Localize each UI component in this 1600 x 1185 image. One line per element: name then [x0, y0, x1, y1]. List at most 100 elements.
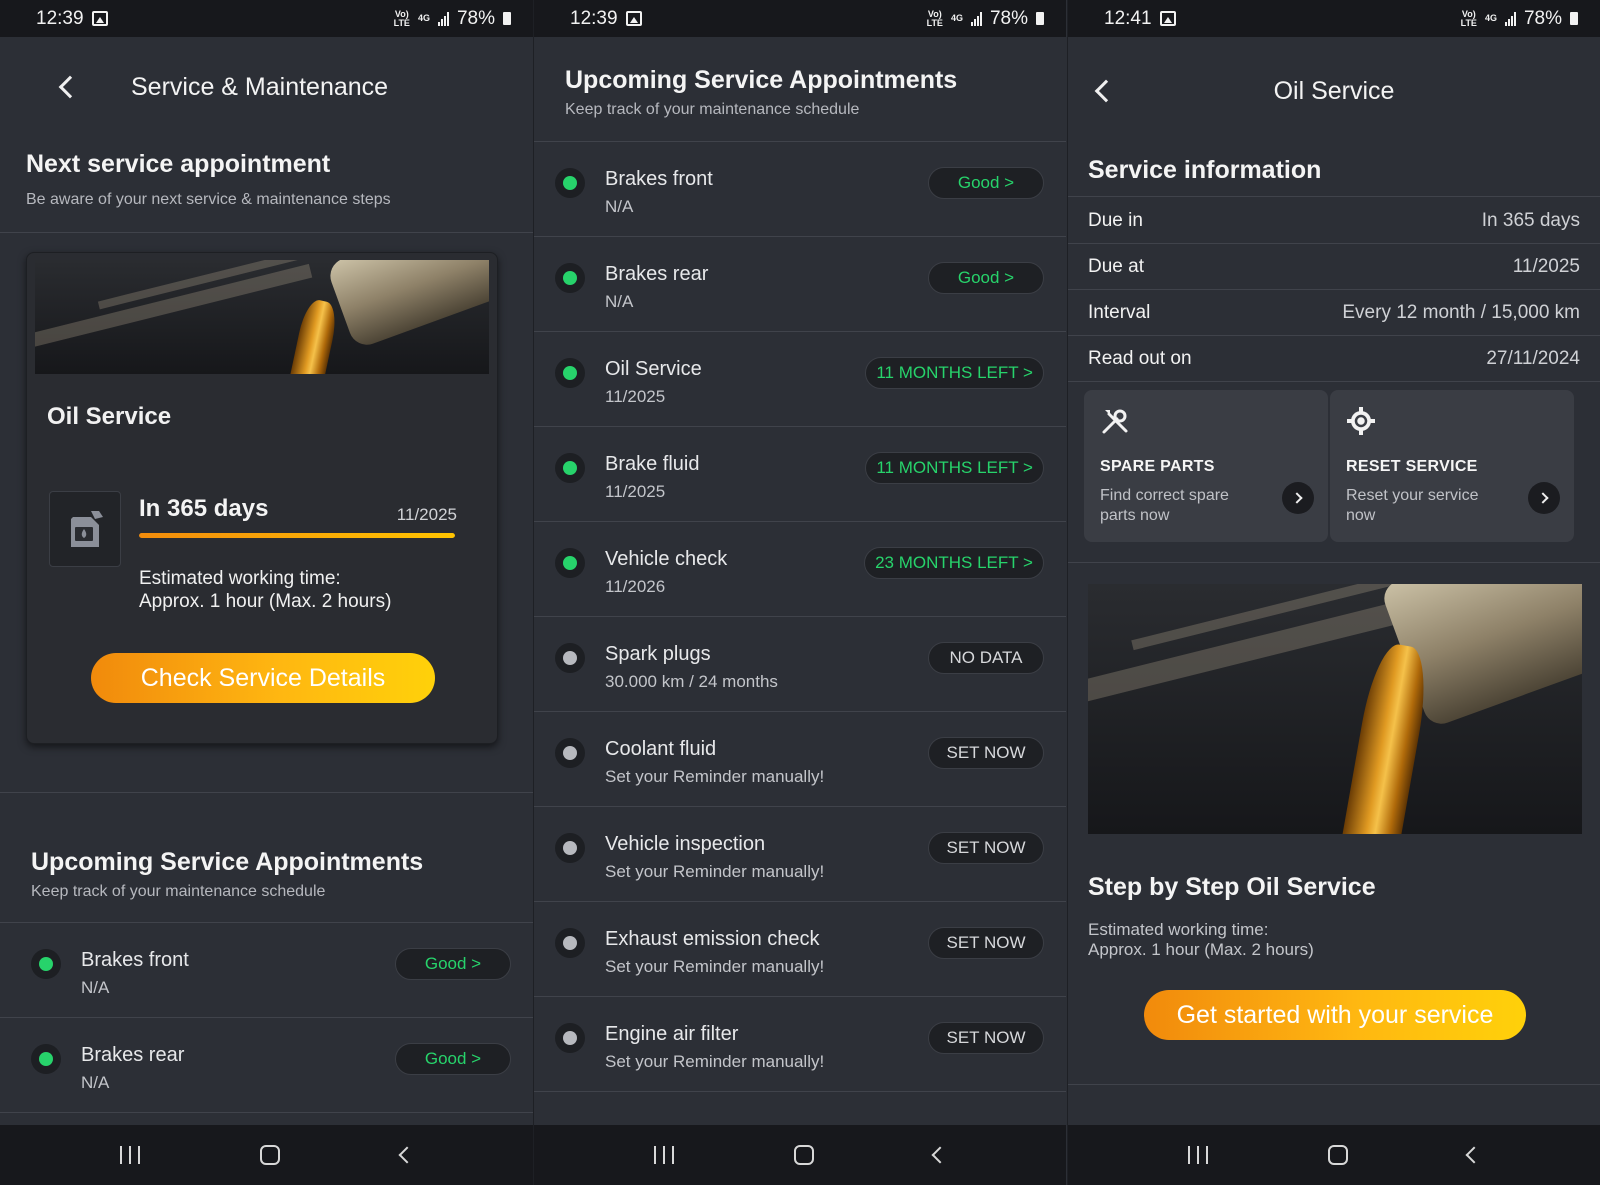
- status-badge[interactable]: SET NOW: [928, 737, 1044, 769]
- service-progress-bar: [139, 533, 455, 538]
- list-item[interactable]: Brakes front N/A Good >: [534, 142, 1066, 237]
- upcoming-subtitle: Keep track of your maintenance schedule: [31, 883, 326, 900]
- home-icon[interactable]: [260, 1145, 281, 1165]
- estimated-time: Estimated working time: Approx. 1 hour (…: [139, 567, 391, 613]
- tile-title: RESET SERVICE: [1346, 458, 1478, 475]
- status-dot: [555, 928, 585, 958]
- list-item[interactable]: Coolant fluid Set your Reminder manually!…: [534, 712, 1066, 807]
- estimated-time-value: Approx. 1 hour (Max. 2 hours): [1088, 940, 1314, 959]
- back-nav-icon[interactable]: [398, 1146, 416, 1164]
- recent-apps-icon[interactable]: [654, 1146, 674, 1164]
- status-badge[interactable]: 11 MONTHS LEFT >: [865, 452, 1044, 484]
- get-started-button[interactable]: Get started with your service: [1144, 990, 1526, 1040]
- status-dot: [555, 833, 585, 863]
- estimated-time-label: Estimated working time:: [1088, 920, 1269, 939]
- list-item[interactable]: Engine air filter Set your Reminder manua…: [534, 997, 1066, 1092]
- back-nav-icon[interactable]: [931, 1146, 949, 1164]
- list-item[interactable]: Brake fluid 11/2025 11 MONTHS LEFT >: [534, 427, 1066, 522]
- recent-apps-icon[interactable]: [1188, 1146, 1208, 1164]
- info-value: Every 12 month / 15,000 km: [1342, 301, 1580, 323]
- recent-apps-icon[interactable]: [120, 1146, 141, 1164]
- status-badge[interactable]: Good >: [928, 262, 1044, 294]
- card-title: Oil Service: [47, 403, 172, 430]
- image-notification-icon: [1159, 11, 1176, 26]
- network-4g-icon: 4G: [950, 13, 963, 23]
- chevron-right-icon[interactable]: [1528, 482, 1560, 514]
- status-dot: [555, 358, 585, 388]
- home-icon[interactable]: [1328, 1145, 1348, 1165]
- list-item[interactable]: Brakes rear N/A Good >: [0, 1018, 533, 1113]
- item-title: Engine air filter: [605, 1023, 739, 1045]
- status-bar: 12:39 Vo) LTE 4G 78%: [0, 0, 533, 37]
- item-title: Brake fluid: [605, 453, 700, 475]
- status-badge[interactable]: Good >: [928, 167, 1044, 199]
- network-4g-icon: 4G: [1484, 13, 1497, 23]
- item-subtitle: Set your Reminder manually!: [605, 1052, 825, 1071]
- system-nav-bar: [0, 1125, 533, 1185]
- status-badge[interactable]: Good >: [395, 948, 511, 980]
- status-badge[interactable]: 11 MONTHS LEFT >: [865, 357, 1044, 389]
- service-info-heading: Service information: [1088, 156, 1322, 184]
- list-item[interactable]: Vehicle check 11/2026 23 MONTHS LEFT >: [534, 522, 1066, 617]
- next-service-header: Next service appointment Be aware of you…: [26, 150, 391, 209]
- check-service-details-button[interactable]: Check Service Details: [91, 653, 435, 703]
- status-badge[interactable]: SET NOW: [928, 927, 1044, 959]
- status-badge[interactable]: Good >: [395, 1043, 511, 1075]
- info-label: Due at: [1088, 255, 1144, 277]
- item-title: Brakes front: [605, 168, 713, 190]
- signal-icon: [437, 11, 449, 26]
- home-icon[interactable]: [794, 1145, 814, 1165]
- item-subtitle: N/A: [81, 1073, 110, 1092]
- battery-icon: [1570, 12, 1578, 25]
- chevron-right-icon[interactable]: [1282, 482, 1314, 514]
- item-title: Brakes front: [81, 949, 189, 971]
- divider: [0, 232, 533, 233]
- upcoming-header: Upcoming Service Appointments Keep track…: [565, 66, 957, 119]
- back-nav-icon[interactable]: [1465, 1146, 1483, 1164]
- item-subtitle: Set your Reminder manually!: [605, 767, 825, 786]
- battery-percent: 78%: [1523, 7, 1562, 29]
- list-item[interactable]: Brakes rear N/A Good >: [534, 237, 1066, 332]
- reset-service-tile[interactable]: RESET SERVICE Reset your service now: [1330, 390, 1574, 542]
- item-title: Brakes rear: [605, 263, 709, 285]
- list-item[interactable]: Vehicle inspection Set your Reminder manu…: [534, 807, 1066, 902]
- item-subtitle: N/A: [605, 292, 634, 311]
- info-label: Read out on: [1088, 347, 1192, 369]
- status-badge[interactable]: 23 MONTHS LEFT >: [864, 547, 1044, 579]
- info-label: Interval: [1088, 301, 1151, 323]
- spare-parts-tile[interactable]: SPARE PARTS Find correct spare parts now: [1084, 390, 1328, 542]
- info-row: Interval Every 12 month / 15,000 km: [1068, 290, 1600, 336]
- back-button[interactable]: [58, 75, 82, 99]
- steps-heading: Step by Step Oil Service: [1088, 873, 1376, 901]
- tile-text: Reset your service now: [1346, 487, 1479, 524]
- status-badge[interactable]: NO DATA: [928, 642, 1044, 674]
- info-value: 11/2025: [1512, 255, 1580, 277]
- status-bar: 12:41 Vo) LTE 4G 78%: [1068, 0, 1600, 37]
- item-subtitle: 11/2026: [605, 577, 666, 596]
- status-badge[interactable]: SET NOW: [928, 1022, 1044, 1054]
- list-item[interactable]: Exhaust emission check Set your Reminder …: [534, 902, 1066, 997]
- item-title: Oil Service: [605, 358, 702, 380]
- item-subtitle: 30.000 km / 24 months: [605, 672, 778, 691]
- battery-percent: 78%: [456, 7, 495, 29]
- next-service-heading: Next service appointment: [26, 150, 331, 178]
- image-notification-icon: [625, 11, 642, 26]
- status-badge[interactable]: SET NOW: [928, 832, 1044, 864]
- app-bar: Oil Service: [1068, 37, 1600, 137]
- estimated-time: Estimated working time: Approx. 1 hour (…: [1088, 920, 1314, 960]
- status-dot: [555, 1023, 585, 1053]
- item-subtitle: 11/2025: [605, 387, 666, 406]
- list-item[interactable]: Brakes front N/A Good >: [0, 923, 533, 1018]
- list-item[interactable]: Oil Service 11/2025 11 MONTHS LEFT >: [534, 332, 1066, 427]
- system-nav-bar: [534, 1125, 1066, 1185]
- tile-title: SPARE PARTS: [1100, 458, 1215, 475]
- due-date: 11/2025: [396, 505, 457, 524]
- wrench-screwdriver-icon: [1102, 409, 1128, 434]
- next-service-subtitle: Be aware of your next service & maintena…: [26, 191, 391, 208]
- battery-icon: [503, 12, 511, 25]
- item-title: Coolant fluid: [605, 738, 717, 760]
- item-title: Spark plugs: [605, 643, 711, 665]
- oil-can-icon: [49, 491, 121, 567]
- screen-upcoming-appointments: 12:39 Vo) LTE 4G 78% Upcoming Service App…: [533, 0, 1066, 1185]
- list-item[interactable]: Spark plugs 30.000 km / 24 months NO DATA: [534, 617, 1066, 712]
